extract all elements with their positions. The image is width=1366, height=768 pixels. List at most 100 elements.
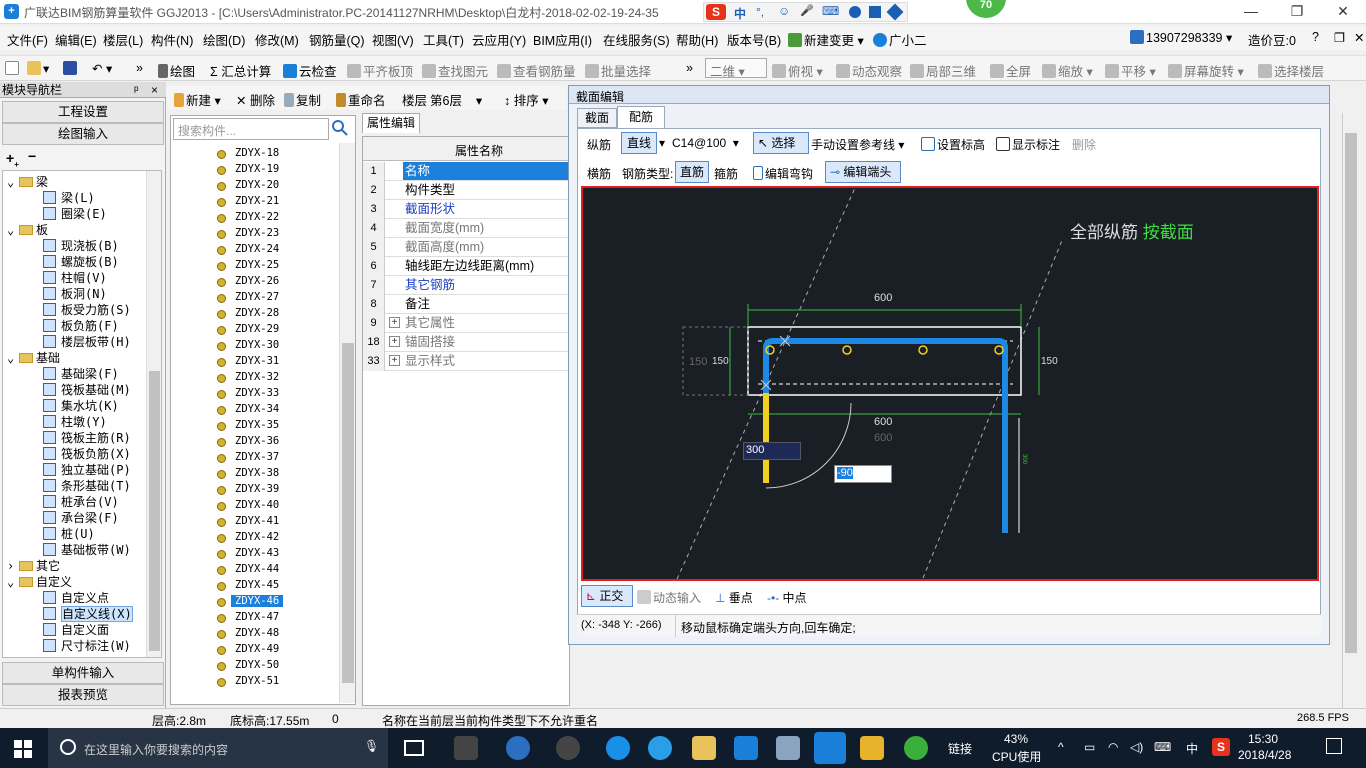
tree-item[interactable]: 尺寸标注(W) [43, 637, 131, 654]
tree-item[interactable]: 现浇板(B) [43, 237, 119, 254]
toolbar-overflow2-icon[interactable]: » [686, 61, 693, 75]
pin-icon[interactable]: ᵖ [134, 82, 139, 98]
component-list-item[interactable]: ZDYX-22 [235, 211, 279, 223]
top-view-button[interactable]: 俯视 ▾ [772, 61, 823, 80]
ime-lang-indicator[interactable]: 中 [1186, 740, 1198, 757]
tree-item[interactable]: 桩承台(V) [43, 493, 119, 510]
component-list-item[interactable]: ZDYX-29 [235, 323, 279, 335]
tree-toggle-icon[interactable]: ⌄ [7, 223, 19, 237]
tab-section[interactable]: 截面 [577, 108, 617, 128]
tree-item[interactable]: 梁(L) [43, 189, 95, 206]
tree-item[interactable]: 板受力筋(S) [43, 301, 131, 318]
component-list-item[interactable]: ZDYX-47 [235, 611, 279, 623]
component-list-item[interactable]: ZDYX-50 [235, 659, 279, 671]
tree-folder[interactable]: › 其它 [7, 557, 60, 574]
edit-hook-button[interactable]: 编辑弯钩 [753, 165, 813, 182]
component-list-item[interactable]: ZDYX-25 [235, 259, 279, 271]
component-search-input[interactable]: 搜索构件... [173, 118, 329, 140]
menu-modify[interactable]: 修改(M) [255, 30, 299, 49]
component-list-item[interactable]: ZDYX-40 [235, 499, 279, 511]
tree-item[interactable]: 筏板基础(M) [43, 381, 131, 398]
component-list-item[interactable]: ZDYX-26 [235, 275, 279, 287]
tree-item[interactable]: 柱墩(Y) [43, 413, 107, 430]
menu-draw[interactable]: 绘图(D) [203, 30, 245, 49]
volume-icon[interactable]: ◁) [1130, 740, 1143, 754]
component-list-item[interactable]: ZDYX-23 [235, 227, 279, 239]
notes-app-icon[interactable] [860, 736, 884, 760]
new-file-icon[interactable] [5, 61, 21, 76]
rotate-screen-button[interactable]: 屏幕旋转 ▾ [1168, 61, 1244, 80]
tree-scrollbar[interactable] [146, 171, 161, 657]
file-explorer-icon[interactable] [692, 736, 716, 760]
line-mode-dropdown-icon[interactable]: ▾ [659, 136, 665, 150]
component-list-item[interactable]: ZDYX-28 [235, 307, 279, 319]
toolbar-overflow-icon[interactable]: » [136, 61, 143, 75]
browser2-icon[interactable] [556, 736, 580, 760]
taskbar-search-box[interactable]: 在这里输入你要搜索的内容 🎙 [48, 728, 388, 768]
notification-center-icon[interactable] [1326, 738, 1342, 754]
project-settings-button[interactable]: 工程设置 [2, 101, 164, 123]
component-list-item[interactable]: ZDYX-37 [235, 451, 279, 463]
sogou-tray-icon[interactable]: S [1212, 738, 1230, 756]
tree-item[interactable]: 楼层板带(H) [43, 333, 131, 350]
view-rebar-button[interactable]: 查看钢筋量 [497, 61, 576, 80]
copy-component-button[interactable]: 复制 [284, 90, 321, 109]
component-list-item[interactable]: ZDYX-46 [231, 595, 284, 607]
rebar-point-2[interactable] [842, 345, 852, 355]
select-floor-button[interactable]: 选择楼层 [1258, 61, 1324, 80]
property-row[interactable]: 4 截面宽度(mm) [363, 219, 571, 238]
find-element-button[interactable]: 查找图元 [422, 61, 488, 80]
undo-icon[interactable]: ↶ ▾ [92, 61, 112, 76]
component-list-item[interactable]: ZDYX-43 [235, 547, 279, 559]
draw-input-button[interactable]: 绘图输入 [2, 123, 164, 145]
new-component-button[interactable]: 新建 ▾ [174, 90, 221, 109]
menu-file[interactable]: 文件(F) [7, 30, 48, 49]
component-list-item[interactable]: ZDYX-20 [235, 179, 279, 191]
select-tool-button[interactable]: ↖ 选择 [753, 132, 809, 154]
ie-browser-icon[interactable] [506, 736, 530, 760]
tree-toggle-icon[interactable]: › [7, 559, 19, 573]
line-mode-button[interactable]: 直线 [621, 132, 657, 154]
tree-item[interactable]: 筏板主筋(R) [43, 429, 131, 446]
property-row[interactable]: 6 轴线距左边线距离(mm) [363, 257, 571, 276]
search-icon[interactable] [331, 119, 351, 139]
zoom-button[interactable]: 缩放 ▾ [1042, 61, 1093, 80]
component-list-item[interactable]: ZDYX-32 [235, 371, 279, 383]
fullscreen-button[interactable]: 全屏 [990, 61, 1031, 80]
property-row[interactable]: 8 备注 [363, 295, 571, 314]
menu-rebar-qty[interactable]: 钢筋量(Q) [309, 30, 365, 49]
tree-item[interactable]: 基础板带(W) [43, 541, 131, 558]
ie-icon[interactable] [648, 736, 672, 760]
menu-new-change[interactable]: 新建变更 ▾ [788, 30, 864, 49]
tree-item[interactable]: 自定义线(X) [43, 605, 133, 622]
help-icon[interactable]: ? [1312, 30, 1319, 44]
ime-skin-icon[interactable] [869, 6, 881, 18]
delete-component-button[interactable]: ✕ 删除 [236, 90, 275, 109]
angle-input[interactable]: -90 [834, 465, 892, 483]
component-list-item[interactable]: ZDYX-31 [235, 355, 279, 367]
expand-plus-icon[interactable]: + [389, 355, 400, 366]
property-row[interactable]: 3 截面形状 [363, 200, 571, 219]
open-file-icon[interactable]: ▾ [27, 61, 49, 76]
wifi-icon[interactable]: ◠ [1108, 740, 1118, 754]
ortho-toggle[interactable]: ⊾ 正交 [581, 585, 633, 607]
menu-help[interactable]: 帮助(H) [676, 30, 718, 49]
expand-plus-icon[interactable]: + [389, 336, 400, 347]
task-view-icon[interactable] [404, 740, 424, 756]
tree-folder[interactable]: ⌄ 梁 [7, 173, 48, 190]
tree-item[interactable]: 条形基础(T) [43, 477, 131, 494]
sum-calc-button[interactable]: Σ 汇总计算 [210, 61, 271, 80]
tree-toggle-icon[interactable]: ⌄ [7, 175, 19, 189]
green-app-icon[interactable] [904, 736, 928, 760]
store-icon[interactable] [776, 736, 800, 760]
ime-keyboard-icon[interactable]: ⌨ [822, 4, 839, 18]
tray-device-icon[interactable]: ▭ [1084, 740, 1095, 754]
tree-toggle-icon[interactable]: ⌄ [7, 575, 19, 589]
main-right-scrollbar[interactable] [1342, 113, 1358, 708]
component-list-item[interactable]: ZDYX-39 [235, 483, 279, 495]
menu-guangxiaoer[interactable]: 广小二 [873, 30, 927, 49]
notification-badge[interactable]: 70 [966, 0, 1006, 18]
stirrup-button[interactable]: 箍筋 [714, 165, 738, 182]
price-beans[interactable]: 造价豆:0 [1248, 30, 1296, 49]
ime-tools-icon[interactable] [886, 3, 904, 21]
